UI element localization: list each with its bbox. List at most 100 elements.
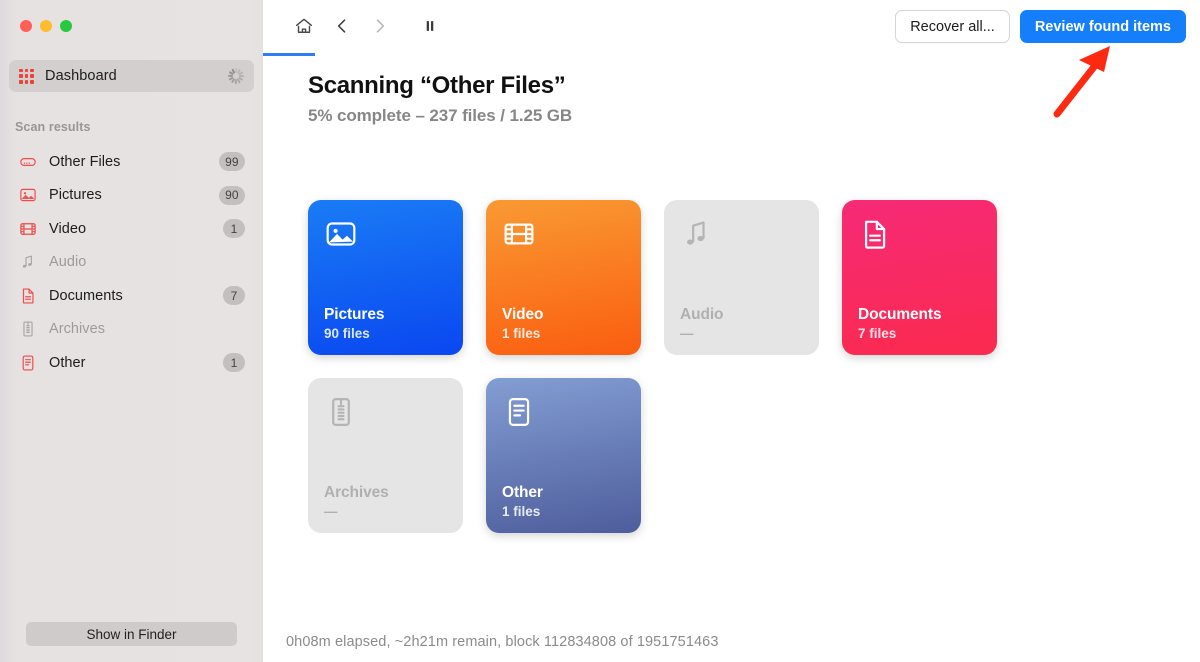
music-icon (687, 221, 705, 245)
list-doc-icon (22, 355, 34, 371)
tile-title: Audio (680, 306, 724, 323)
category-tile-audio[interactable]: Audio — (664, 200, 819, 355)
sidebar-item-label: Pictures (49, 187, 102, 204)
window-traffic-lights (20, 20, 72, 32)
sidebar-item-dashboard[interactable]: Dashboard (9, 60, 254, 92)
minimize-button[interactable] (40, 20, 52, 32)
film-icon (504, 223, 534, 245)
status-badge: 1 (223, 353, 245, 373)
tile-footer: Video 1 files (502, 306, 625, 341)
main-content: Recover all... Review found items Scanni… (263, 0, 1200, 662)
review-found-items-button[interactable]: Review found items (1019, 10, 1186, 43)
picture-icon-wrap (324, 217, 358, 251)
sidebar-item-other[interactable]: Other 1 (0, 346, 263, 380)
sidebar-item-label: Documents (49, 287, 123, 304)
sidebar-item-pictures[interactable]: Pictures 90 (0, 179, 263, 213)
home-icon (295, 18, 313, 33)
tile-title: Video (502, 306, 544, 323)
music-icon (22, 255, 32, 268)
active-tab-indicator (263, 53, 315, 56)
category-tile-video[interactable]: Video 1 files (486, 200, 641, 355)
sidebar-nav: Other Files 99 Pictures 90 Video 1 Audio Docume… (0, 145, 263, 380)
spinner-icon (228, 68, 244, 84)
zip-icon-wrap (19, 320, 37, 338)
category-tile-archives[interactable]: Archives — (308, 378, 463, 533)
drive-icon (20, 157, 36, 166)
chevron-right-icon (376, 19, 385, 33)
status-badge: 1 (223, 219, 245, 239)
recover-all-button[interactable]: Recover all... (895, 10, 1010, 43)
document-icon-wrap (19, 287, 37, 305)
sidebar-item-archives[interactable]: Archives (0, 313, 263, 347)
category-tile-pictures[interactable]: Pictures 90 files (308, 200, 463, 355)
zip-icon (332, 398, 350, 426)
tile-title: Archives (324, 484, 389, 501)
tile-footer: Other 1 files (502, 484, 625, 519)
music-icon-wrap (680, 217, 714, 251)
film-icon (20, 222, 36, 235)
list-doc-icon (508, 398, 530, 426)
tile-footer: Documents 7 files (858, 306, 981, 341)
sidebar-item-label: Audio (49, 254, 87, 271)
pause-icon (426, 21, 434, 31)
picture-icon (20, 189, 36, 202)
zoom-button[interactable] (60, 20, 72, 32)
sidebar-item-label-dashboard: Dashboard (45, 68, 117, 84)
home-button[interactable] (285, 12, 323, 40)
tile-count: — (324, 504, 338, 519)
tile-footer: Archives — (324, 484, 447, 519)
list-doc-icon-wrap (502, 395, 536, 429)
document-icon-wrap (858, 217, 892, 251)
sidebar-item-other-files[interactable]: Other Files 99 (0, 145, 263, 179)
status-badge: 90 (218, 185, 245, 205)
picture-icon (326, 222, 356, 246)
sidebar-item-label: Archives (49, 321, 105, 338)
tile-count: 90 files (324, 326, 370, 341)
app-window: Dashboard Scan results Other Files 99 Pict… (0, 0, 1200, 662)
tile-footer: Audio — (680, 306, 803, 341)
zip-icon-wrap (324, 395, 358, 429)
sidebar-item-label: Video (49, 220, 87, 237)
picture-icon-wrap (19, 186, 37, 204)
tile-count: 1 files (502, 326, 541, 341)
status-badge: 99 (218, 152, 245, 172)
document-icon (864, 220, 886, 249)
chevron-left-icon (337, 19, 346, 33)
back-button[interactable] (323, 12, 361, 40)
music-icon-wrap (19, 253, 37, 271)
tile-title: Documents (858, 306, 942, 323)
sidebar-item-documents[interactable]: Documents 7 (0, 279, 263, 313)
tile-count: — (680, 326, 694, 341)
category-tile-documents[interactable]: Documents 7 files (842, 200, 997, 355)
status-badge: 7 (223, 286, 245, 306)
toolbar: Recover all... Review found items (263, 0, 1200, 56)
sidebar-item-audio[interactable]: Audio (0, 246, 263, 280)
sidebar-section-label: Scan results (15, 120, 91, 134)
list-doc-icon-wrap (19, 354, 37, 372)
drive-icon-wrap (19, 153, 37, 171)
zip-icon (23, 321, 33, 337)
sidebar-item-label: Other (49, 354, 86, 371)
tile-title: Other (502, 484, 543, 501)
category-tiles: Pictures 90 files Video 1 files Audio — Docume… (308, 200, 1040, 533)
page-title: Scanning “Other Files” (308, 72, 566, 99)
show-in-finder-button[interactable]: Show in Finder (26, 622, 237, 646)
film-icon-wrap (19, 220, 37, 238)
tile-footer: Pictures 90 files (324, 306, 447, 341)
sidebar: Dashboard Scan results Other Files 99 Pict… (0, 0, 263, 662)
page-heading: Scanning “Other Files” 5% complete – 237… (308, 72, 572, 126)
toolbar-nav-icons (285, 12, 449, 40)
close-button[interactable] (20, 20, 32, 32)
grid-icon (19, 68, 34, 84)
sidebar-item-video[interactable]: Video 1 (0, 212, 263, 246)
sidebar-item-label: Other Files (49, 153, 121, 170)
tile-count: 1 files (502, 504, 541, 519)
tile-title: Pictures (324, 306, 385, 323)
page-subtitle: 5% complete – 237 files / 1.25 GB (308, 106, 573, 125)
category-tile-other[interactable]: Other 1 files (486, 378, 641, 533)
tile-count: 7 files (858, 326, 897, 341)
status-text: 0h08m elapsed, ~2h21m remain, block 1128… (286, 634, 719, 650)
film-icon-wrap (502, 217, 536, 251)
pause-button[interactable] (411, 12, 449, 40)
forward-button[interactable] (361, 12, 399, 40)
